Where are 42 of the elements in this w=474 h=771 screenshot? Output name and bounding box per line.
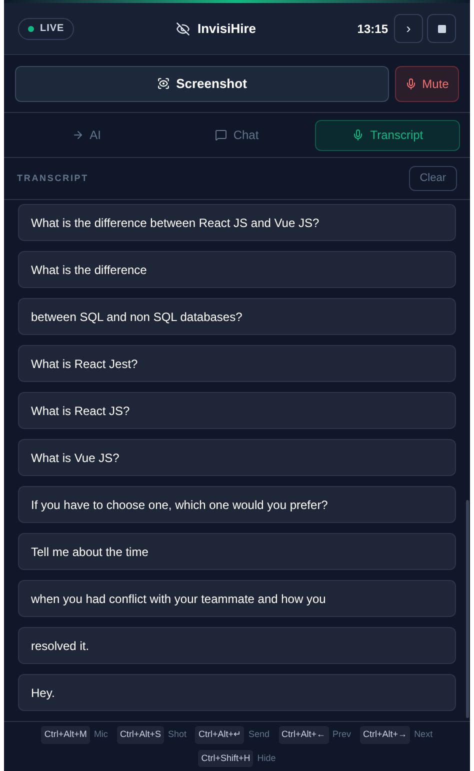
transcript-entry: when you had conflict with your teammate and how you	[18, 580, 456, 617]
transcript-entry: What is React Jest?	[18, 345, 456, 382]
transcript-entry: What is Vue JS?	[18, 439, 456, 476]
app-title: InvisiHire	[198, 20, 256, 38]
transcript-entry: Hey.	[18, 674, 456, 711]
microphone-icon	[405, 78, 418, 90]
microphone-icon	[352, 129, 364, 141]
session-time: 13:15	[357, 20, 388, 38]
transcript-entry: resolved it.	[18, 627, 456, 664]
shortcut-key: Ctrl+Alt+→	[360, 726, 410, 744]
screenshot-icon	[157, 77, 170, 90]
clear-button[interactable]: Clear	[408, 166, 457, 191]
shortcut-label: Send	[248, 728, 270, 741]
shortcut-key: Ctrl+Shift+H	[198, 750, 254, 767]
shortcut-label: Shot	[168, 728, 186, 741]
section-heading: TRANSCRIPT	[17, 172, 88, 185]
screenshot-button[interactable]: Screenshot	[15, 66, 389, 102]
transcript-entry: What is the difference between React JS and Vue JS?	[18, 204, 456, 241]
tab[interactable]: Transcript	[315, 120, 460, 150]
hidden-eye-icon	[176, 22, 190, 36]
shortcut-label: Hide	[257, 752, 276, 764]
shortcut-key: Ctrl+Alt+M	[41, 726, 90, 744]
shortcut-key: Ctrl+Alt+↵	[195, 726, 244, 744]
shortcut-label: Prev	[332, 728, 352, 741]
chat-bubble-icon	[215, 129, 228, 141]
arrow-icon	[72, 129, 84, 141]
live-label: LIVE	[40, 22, 64, 36]
tab[interactable]: AI	[14, 120, 159, 150]
transcript-entry: If you have to choose one, which one would you prefer?	[18, 486, 456, 523]
mute-button[interactable]: Mute	[395, 66, 459, 102]
stop-button[interactable]	[427, 14, 456, 43]
transcript-entry: What is the difference	[18, 251, 456, 288]
shortcut-key: Ctrl+Alt+S	[116, 726, 164, 744]
tab[interactable]: Chat	[164, 120, 310, 150]
shortcut-label: Mic	[94, 728, 108, 741]
next-button[interactable]: ›	[394, 14, 423, 43]
transcript-entry: What is React JS?	[18, 392, 456, 429]
transcript-entry: between SQL and non SQL databases?	[18, 298, 456, 335]
shortcut-label: Next	[414, 728, 433, 741]
shortcut-key: Ctrl+Alt+←	[278, 726, 329, 744]
transcript-entry: Tell me about the time	[18, 533, 456, 570]
stop-icon	[438, 24, 446, 32]
